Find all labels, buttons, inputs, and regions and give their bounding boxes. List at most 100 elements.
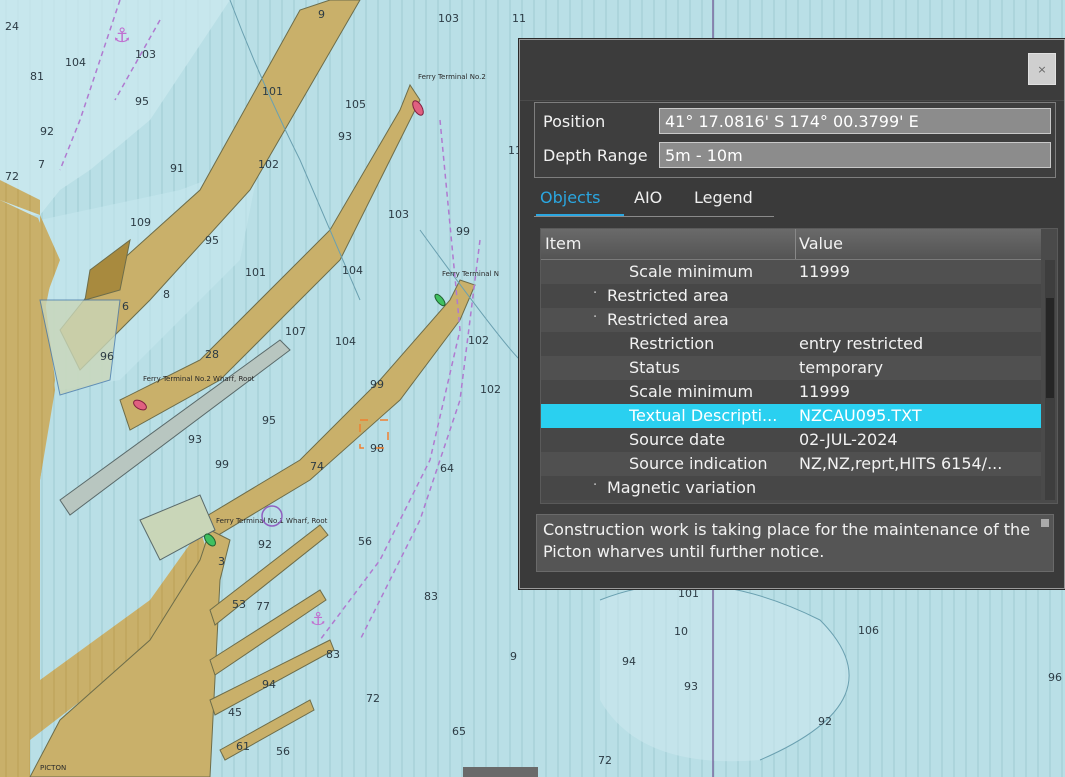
row-item-label: Restricted area xyxy=(607,310,729,329)
tree-bullet-icon[interactable]: · xyxy=(593,286,597,301)
depth-range-field[interactable]: 5m - 10m xyxy=(659,142,1051,168)
row-item-label: Scale minimum xyxy=(629,262,754,281)
row-item-label: Restricted area xyxy=(607,286,729,305)
description-text: Construction work is taking place for th… xyxy=(536,514,1054,572)
depth-sounding: 103 xyxy=(388,208,409,221)
close-button[interactable]: × xyxy=(1028,53,1056,85)
column-header-item[interactable]: Item xyxy=(545,234,581,253)
table-row[interactable]: Source indication NZ,NZ,reprt,HITS 6154/.… xyxy=(541,452,1041,476)
depth-sounding: 77 xyxy=(256,600,270,613)
depth-sounding: 94 xyxy=(622,655,636,668)
depth-range-label: Depth Range xyxy=(543,146,648,165)
active-tab-indicator xyxy=(536,214,624,216)
place-label: PICTON xyxy=(40,764,66,772)
depth-sounding: 9 xyxy=(510,650,517,663)
position-label: Position xyxy=(543,112,606,131)
depth-sounding: 7 xyxy=(38,158,45,171)
depth-sounding: 104 xyxy=(65,56,86,69)
position-field[interactable]: 41° 17.0816' S 174° 00.3799' E xyxy=(659,108,1051,134)
depth-sounding: 11 xyxy=(512,12,526,25)
description-scroll-handle[interactable] xyxy=(1041,519,1049,527)
column-divider[interactable] xyxy=(795,229,796,259)
depth-sounding: 92 xyxy=(258,538,272,551)
table-row[interactable]: · Magnetic variation xyxy=(541,476,1041,500)
row-value: 02-JUL-2024 xyxy=(799,430,898,449)
depth-sounding: 6 xyxy=(122,300,129,313)
table-row[interactable]: · Restricted area xyxy=(541,284,1041,308)
row-value: NZCAU095.TXT xyxy=(799,406,922,425)
depth-sounding: 103 xyxy=(135,48,156,61)
row-item-label: Source indication xyxy=(629,454,768,473)
depth-sounding: 96 xyxy=(1048,671,1062,684)
terminal-label: Ferry Terminal No.2 Wharf, Root xyxy=(143,375,255,383)
row-value: 11999 xyxy=(799,262,850,281)
depth-sounding: 83 xyxy=(424,590,438,603)
depth-sounding: 106 xyxy=(858,624,879,637)
depth-row: Depth Range 5m - 10m xyxy=(539,141,1051,171)
table-scrollbar[interactable] xyxy=(1045,260,1055,500)
depth-sounding: 28 xyxy=(205,348,219,361)
depth-sounding: 102 xyxy=(258,158,279,171)
depth-sounding: 105 xyxy=(345,98,366,111)
panel-titlebar[interactable]: × xyxy=(520,40,1064,101)
row-value: NZ,NZ,reprt,HITS 6154/... xyxy=(799,454,1003,473)
depth-sounding: 93 xyxy=(188,433,202,446)
tab-legend[interactable]: Legend xyxy=(694,188,753,207)
row-value: temporary xyxy=(799,358,884,377)
anchor-icon: ⚓ xyxy=(113,23,131,47)
depth-sounding: 91 xyxy=(170,162,184,175)
terminal-label: Ferry Terminal No.1 Wharf, Root xyxy=(216,517,328,525)
depth-sounding: 99 xyxy=(370,378,384,391)
row-value: 11999 xyxy=(799,382,850,401)
depth-sounding: 104 xyxy=(335,335,356,348)
depth-sounding: 81 xyxy=(30,70,44,83)
table-row[interactable]: · Restricted area xyxy=(541,308,1041,332)
depth-sounding: 64 xyxy=(440,462,454,475)
column-header-value[interactable]: Value xyxy=(799,234,843,253)
table-row[interactable]: Restriction entry restricted xyxy=(541,332,1041,356)
depth-sounding: 99 xyxy=(456,225,470,238)
depth-sounding: 65 xyxy=(452,725,466,738)
position-info: Position 41° 17.0816' S 174° 00.3799' E … xyxy=(534,102,1056,178)
depth-sounding: 92 xyxy=(818,715,832,728)
terminal-label: Ferry Terminal N xyxy=(442,270,499,278)
depth-sounding: 92 xyxy=(40,125,54,138)
depth-sounding: 107 xyxy=(285,325,306,338)
depth-sounding: 53 xyxy=(232,598,246,611)
table-row[interactable]: Textual Descripti... NZCAU095.TXT xyxy=(541,404,1041,428)
scroll-grip[interactable] xyxy=(463,767,538,777)
depth-sounding: 101 xyxy=(245,266,266,279)
table-rows: Scale minimum 11999 · Restricted area · Restr… xyxy=(541,260,1041,501)
row-item-label: Scale minimum xyxy=(629,382,754,401)
depth-sounding: 3 xyxy=(218,555,225,568)
depth-sounding: 102 xyxy=(468,334,489,347)
depth-sounding: 99 xyxy=(215,458,229,471)
depth-sounding: 56 xyxy=(276,745,290,758)
tab-objects[interactable]: Objects xyxy=(540,188,600,207)
tree-bullet-icon[interactable]: · xyxy=(593,478,597,493)
depth-sounding: 101 xyxy=(262,85,283,98)
depth-sounding: 74 xyxy=(310,460,324,473)
depth-sounding: 24 xyxy=(5,20,19,33)
table-row[interactable]: Scale minimum 11999 xyxy=(541,380,1041,404)
depth-sounding: 103 xyxy=(438,12,459,25)
row-item-label: Magnetic variation xyxy=(607,478,757,497)
depth-sounding: 10 xyxy=(674,625,688,638)
tab-aio[interactable]: AIO xyxy=(634,188,662,207)
depth-sounding: 94 xyxy=(262,678,276,691)
depth-sounding: 72 xyxy=(366,692,380,705)
depth-sounding: 8 xyxy=(163,288,170,301)
tree-bullet-icon[interactable]: · xyxy=(593,310,597,325)
table-row[interactable]: Scale minimum 11999 xyxy=(541,260,1041,284)
row-value: entry restricted xyxy=(799,334,924,353)
table-row[interactable]: Source date 02-JUL-2024 xyxy=(541,428,1041,452)
row-item-label: Source date xyxy=(629,430,726,449)
scrollbar-thumb[interactable] xyxy=(1046,298,1054,398)
depth-sounding: 104 xyxy=(342,264,363,277)
depth-sounding: 95 xyxy=(205,234,219,247)
depth-sounding: 93 xyxy=(684,680,698,693)
depth-sounding: 83 xyxy=(326,648,340,661)
depth-sounding: 56 xyxy=(358,535,372,548)
table-row[interactable]: Status temporary xyxy=(541,356,1041,380)
depth-sounding: 72 xyxy=(598,754,612,767)
